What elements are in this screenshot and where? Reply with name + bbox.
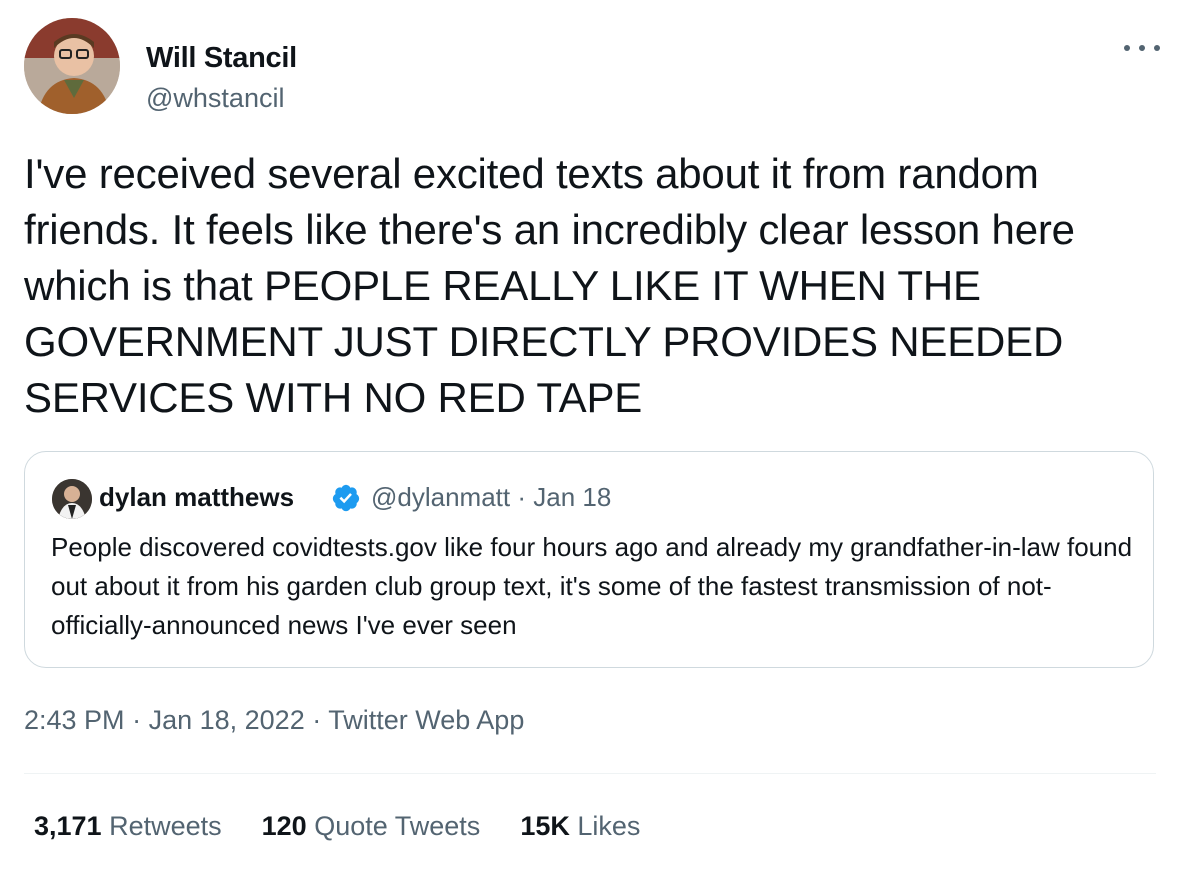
quote-tweets-stat[interactable]: 120 Quote Tweets — [262, 811, 481, 842]
likes-label: Likes — [577, 811, 641, 841]
divider — [24, 773, 1156, 774]
quoted-text: People discovered covidtests.gov like fo… — [51, 532, 1133, 640]
author-avatar[interactable] — [24, 18, 120, 114]
retweets-label: Retweets — [109, 811, 222, 841]
tweet-header: Will Stancil @whstancil — [24, 18, 1160, 114]
quoted-author-handle[interactable]: @dylanmatt — [371, 482, 510, 512]
quoted-author-avatar[interactable] — [52, 479, 92, 519]
verified-badge-icon — [332, 484, 360, 512]
separator: · — [312, 705, 329, 735]
quoted-tweet[interactable]: dylan matthews @dylanmatt · Jan 18 Peopl… — [24, 451, 1154, 668]
author-name[interactable]: Will Stancil — [146, 42, 297, 75]
tweet-text: I've received several excited texts abou… — [24, 150, 1075, 421]
tweet-timestamp: 2:43 PM · Jan 18, 2022 · Twitter Web App — [24, 705, 524, 736]
author-handle[interactable]: @whstancil — [146, 83, 284, 114]
quoted-date[interactable]: Jan 18 — [533, 482, 611, 512]
tweet-time[interactable]: 2:43 PM — [24, 705, 125, 735]
quoted-meta: @dylanmatt · Jan 18 — [371, 482, 611, 513]
likes-stat[interactable]: 15K Likes — [520, 811, 640, 842]
tweet-stats: 3,171 Retweets 120 Quote Tweets 15K Like… — [34, 811, 680, 842]
quoted-author-name[interactable]: dylan matthews — [99, 482, 294, 513]
retweets-stat[interactable]: 3,171 Retweets — [34, 811, 222, 842]
more-options-icon[interactable] — [1124, 40, 1160, 56]
separator: · — [517, 482, 534, 512]
retweets-count: 3,171 — [34, 811, 110, 841]
quote-tweets-label: Quote Tweets — [314, 811, 481, 841]
tweet-source[interactable]: Twitter Web App — [328, 705, 524, 735]
tweet-date[interactable]: Jan 18, 2022 — [149, 705, 305, 735]
likes-count: 15K — [520, 811, 578, 841]
quote-tweets-count: 120 — [261, 811, 315, 841]
separator: · — [132, 705, 149, 735]
